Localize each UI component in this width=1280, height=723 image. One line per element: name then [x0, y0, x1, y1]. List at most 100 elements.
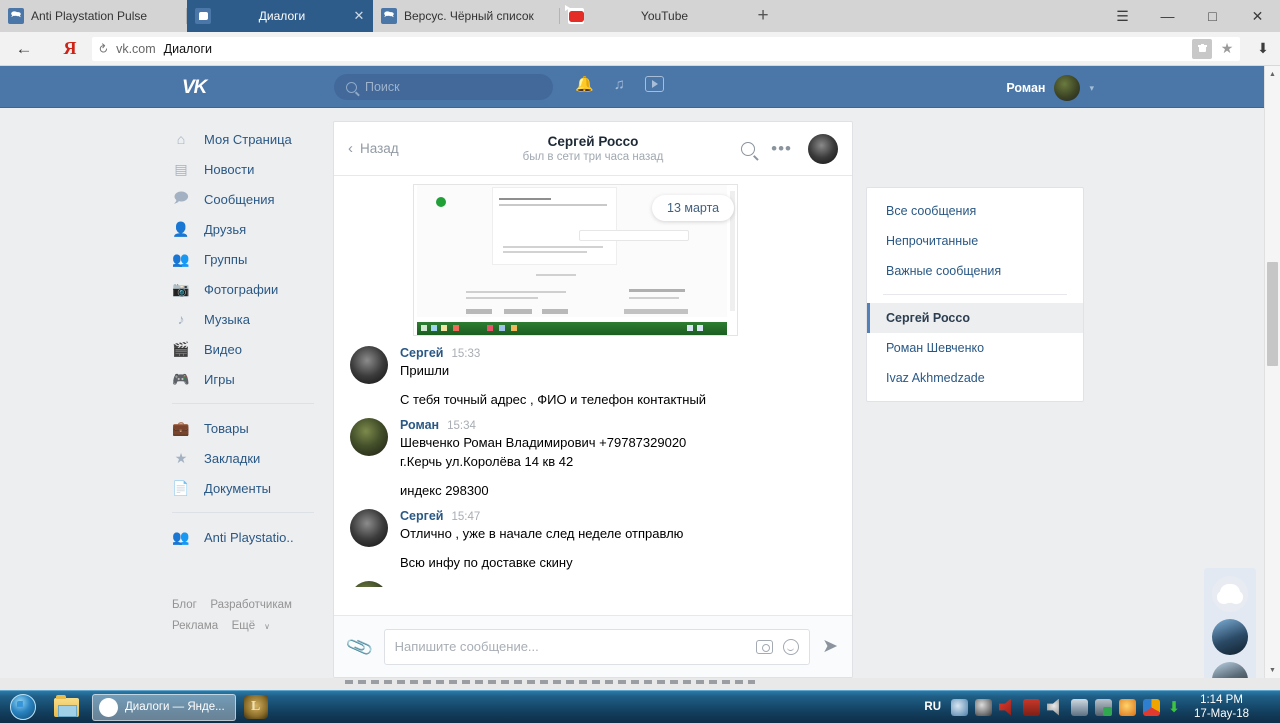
- back-arrow-icon[interactable]: ←: [0, 39, 48, 59]
- page-scrollbar[interactable]: ▲ ▼: [1264, 66, 1280, 678]
- video-icon[interactable]: [644, 76, 664, 92]
- explorer-icon[interactable]: [46, 692, 86, 723]
- messages-icon: [195, 8, 211, 24]
- browser-tab-3[interactable]: YouTube: [560, 0, 746, 32]
- avatar[interactable]: [808, 133, 838, 164]
- tab-title: Anti Playstation Pulse: [31, 9, 148, 23]
- conversation-item-roman-shevchenko[interactable]: Роман Шевченко: [867, 333, 1083, 363]
- search-icon[interactable]: [741, 141, 756, 156]
- start-button[interactable]: [0, 694, 46, 720]
- city-avatar[interactable]: [1212, 619, 1248, 655]
- volume-mute-icon[interactable]: [999, 698, 1011, 716]
- monitor-icon[interactable]: [1071, 698, 1089, 716]
- close-icon[interactable]: ✕: [353, 8, 365, 24]
- browser-tab-2[interactable]: Версус. Чёрный список: [373, 0, 559, 32]
- sidebar-item-label: Сообщения: [204, 191, 275, 207]
- sidebar-item-label: Закладки: [204, 450, 261, 466]
- download-green-icon[interactable]: ⬇: [1167, 698, 1181, 716]
- screen: Anti Playstation Pulse Диалоги ✕ Версус.…: [0, 0, 1280, 723]
- message-author[interactable]: Сергей: [400, 346, 443, 360]
- sidebar-item-documents[interactable]: 📄 Документы: [168, 473, 318, 503]
- sidebar: ⌂ Моя Страница ▤ Новости 🗩 Сообщения 👤 Д…: [168, 124, 318, 552]
- man-avatar[interactable]: [1212, 662, 1248, 678]
- browser-menu-icon[interactable]: ☰: [1100, 0, 1145, 32]
- more-options-icon[interactable]: •••: [771, 140, 792, 157]
- drive-ok-icon[interactable]: [1095, 698, 1113, 716]
- scrollbar-thumb[interactable]: [1267, 262, 1278, 366]
- speaker-icon[interactable]: [1047, 698, 1059, 716]
- shield-icon[interactable]: [975, 698, 993, 716]
- download-icon[interactable]: ⬇: [1246, 40, 1280, 57]
- music-icon[interactable]: ♫: [614, 76, 625, 93]
- sidebar-item-music[interactable]: ♪ Музыка: [168, 304, 318, 334]
- reload-icon[interactable]: ↻: [95, 40, 112, 57]
- avatar[interactable]: [350, 509, 388, 547]
- footer-link-more[interactable]: Ещё: [232, 620, 256, 632]
- browser-tab-0[interactable]: Anti Playstation Pulse: [0, 0, 186, 32]
- url-input[interactable]: ↻ vk.com Диалоги ★: [92, 36, 1240, 61]
- message-input[interactable]: [394, 639, 757, 654]
- network-icon[interactable]: [951, 698, 969, 716]
- sidebar-item-friends[interactable]: 👤 Друзья: [168, 214, 318, 244]
- gear-icon[interactable]: [1119, 698, 1137, 716]
- vk-logo-icon[interactable]: VK: [182, 77, 212, 98]
- star-icon: ★: [174, 449, 188, 466]
- footer-link-developers[interactable]: Разработчикам: [210, 599, 292, 611]
- sidebar-item-anti-playstation[interactable]: 👥 Anti Playstatio..: [168, 522, 318, 552]
- sidebar-item-my-page[interactable]: ⌂ Моя Страница: [168, 124, 318, 154]
- dog-avatar[interactable]: [1212, 576, 1248, 612]
- taskbar-clock[interactable]: 1:14 PM 17-May-18: [1188, 693, 1257, 721]
- sidebar-item-label: Anti Playstatio..: [204, 529, 294, 545]
- footer-link-ads[interactable]: Реклама: [172, 620, 218, 632]
- scroll-down-arrow-icon[interactable]: ▼: [1265, 662, 1280, 678]
- maximize-button[interactable]: □: [1190, 0, 1235, 32]
- message-attachment-image[interactable]: 13 марта: [413, 184, 738, 336]
- minimize-button[interactable]: —: [1145, 0, 1190, 32]
- message-input-wrapper[interactable]: [383, 628, 811, 665]
- chevron-left-icon: ‹: [348, 140, 353, 157]
- message-text: С тебя точный адрес , ФИО и телефон конт…: [400, 392, 707, 407]
- avatar[interactable]: [350, 346, 388, 384]
- ball-icon[interactable]: [1143, 698, 1161, 716]
- smile-icon[interactable]: [783, 638, 800, 655]
- message-author[interactable]: Роман: [400, 418, 439, 432]
- message-author[interactable]: Сергей: [400, 509, 443, 523]
- filter-all-messages[interactable]: Все сообщения: [867, 196, 1083, 226]
- paperclip-icon[interactable]: 📎: [344, 631, 376, 663]
- back-button[interactable]: ‹ Назад: [348, 140, 399, 157]
- language-indicator[interactable]: RU: [924, 701, 941, 713]
- send-icon[interactable]: ➤: [822, 635, 838, 658]
- message-time: 15:34: [447, 420, 476, 432]
- sidebar-item-bookmarks[interactable]: ★ Закладки: [168, 443, 318, 473]
- message-text: Всю инфу по доставке скину: [400, 555, 573, 570]
- sidebar-item-messages[interactable]: 🗩 Сообщения: [168, 184, 318, 214]
- conversation-item-ivaz-akhmedzade[interactable]: Ivaz Akhmedzade: [867, 363, 1083, 393]
- user-menu[interactable]: Роман ▾: [1006, 75, 1094, 101]
- filter-important[interactable]: Важные сообщения: [867, 256, 1083, 286]
- taskbar-item-yandex-browser[interactable]: Y Диалоги — Янде...: [92, 693, 236, 721]
- taskbar-item-league-of-legends[interactable]: L: [236, 692, 276, 723]
- sidebar-item-label: Моя Страница: [204, 131, 292, 147]
- browser-tab-1[interactable]: Диалоги ✕: [187, 0, 373, 32]
- sidebar-item-video[interactable]: 🎬 Видео: [168, 334, 318, 364]
- sidebar-item-news[interactable]: ▤ Новости: [168, 154, 318, 184]
- filter-unread[interactable]: Непрочитанные: [867, 226, 1083, 256]
- new-tab-button[interactable]: +: [746, 0, 780, 32]
- bell-icon[interactable]: 🔔: [575, 75, 594, 93]
- search-input[interactable]: Поиск: [334, 74, 553, 100]
- close-window-button[interactable]: ✕: [1235, 0, 1280, 32]
- camera-icon[interactable]: [756, 639, 774, 654]
- sidebar-item-groups[interactable]: 👥 Группы: [168, 244, 318, 274]
- scroll-up-arrow-icon[interactable]: ▲: [1265, 66, 1280, 82]
- sidebar-item-games[interactable]: 🎮 Игры: [168, 364, 318, 394]
- conversation-item-sergey-rosso[interactable]: Сергей Россо: [867, 303, 1083, 333]
- sidebar-item-photos[interactable]: 📷 Фотографии: [168, 274, 318, 304]
- sidebar-item-goods[interactable]: 💼 Товары: [168, 413, 318, 443]
- chevron-down-icon[interactable]: ∨: [264, 622, 270, 631]
- bookmark-star-icon[interactable]: ★: [1214, 40, 1240, 57]
- avatar[interactable]: [350, 418, 388, 456]
- chevron-down-icon[interactable]: ▾: [1089, 83, 1094, 94]
- chat-messages[interactable]: 13 марта Сергей 15:33 Пришли С тебя точн…: [334, 176, 852, 615]
- footer-link-blog[interactable]: Блог: [172, 599, 197, 611]
- camera-red-icon[interactable]: [1023, 698, 1041, 716]
